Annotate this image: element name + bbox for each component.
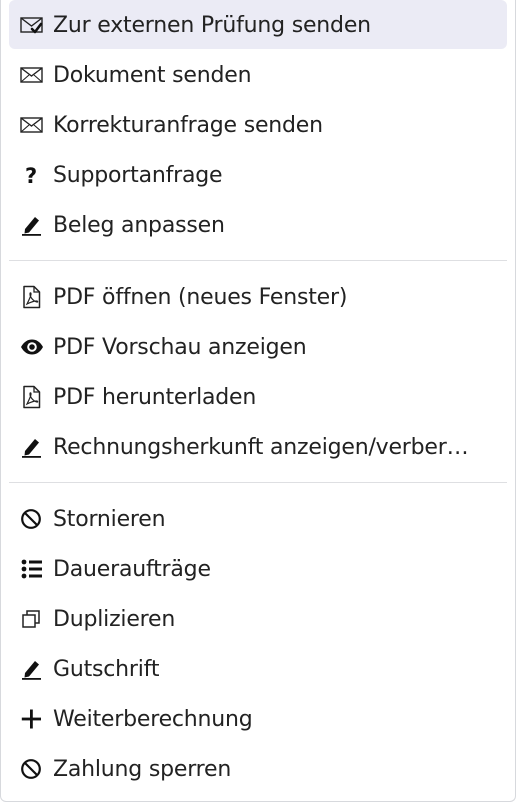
menu-item-label: PDF öffnen (neues Fenster): [53, 284, 348, 310]
svg-text:?: ?: [25, 164, 37, 186]
menu-item-block-payment[interactable]: Zahlung sperren: [1, 744, 515, 794]
menu-item-label: PDF Vorschau anzeigen: [53, 334, 307, 360]
pencil-icon: [20, 657, 46, 681]
menu-item-open-pdf[interactable]: PDF öffnen (neues Fenster): [1, 272, 515, 322]
ban-icon: [20, 757, 46, 781]
menu-item-recharge[interactable]: Weiterberechnung: [1, 694, 515, 744]
menu-item-label: Beleg anpassen: [53, 212, 225, 238]
menu-item-label: Gutschrift: [53, 656, 160, 682]
menu-item-invoice-origin[interactable]: Rechnungsherkunft anzeigen/verber…: [1, 422, 515, 472]
context-menu: Zur externen Prüfung senden Dokument sen…: [0, 0, 516, 802]
menu-item-label: Weiterberechnung: [53, 706, 253, 732]
menu-item-label: Supportanfrage: [53, 162, 223, 188]
list-icon: [20, 557, 46, 581]
menu-item-label: Rechnungsherkunft anzeigen/verber…: [53, 434, 469, 460]
menu-item-cancel[interactable]: Stornieren: [1, 494, 515, 544]
question-icon: ?: [20, 163, 46, 187]
plus-icon: [20, 707, 46, 731]
envelope-check-icon: [20, 13, 46, 37]
pencil-icon: [20, 435, 46, 459]
menu-item-label: Korrekturanfrage senden: [53, 112, 323, 138]
menu-divider: [9, 260, 507, 261]
envelope-icon: [20, 63, 46, 87]
eye-icon: [20, 335, 46, 359]
menu-item-standing-orders[interactable]: Daueraufträge: [1, 544, 515, 594]
menu-item-label: Stornieren: [53, 506, 166, 532]
menu-item-external-review[interactable]: Zur externen Prüfung senden: [1, 0, 515, 50]
menu-item-correction-request[interactable]: Korrekturanfrage senden: [1, 100, 515, 150]
menu-item-pdf-preview[interactable]: PDF Vorschau anzeigen: [1, 322, 515, 372]
pdf-file-icon: [20, 385, 46, 409]
menu-item-label: Daueraufträge: [53, 556, 211, 582]
duplicate-icon: [20, 607, 46, 631]
envelope-icon: [20, 113, 46, 137]
menu-item-label: Zahlung sperren: [53, 756, 232, 782]
menu-item-label: Dokument senden: [53, 62, 252, 88]
menu-item-credit-note[interactable]: Gutschrift: [1, 644, 515, 694]
menu-item-duplicate[interactable]: Duplizieren: [1, 594, 515, 644]
menu-item-label: Zur externen Prüfung senden: [53, 12, 371, 38]
ban-icon: [20, 507, 46, 531]
menu-item-send-document[interactable]: Dokument senden: [1, 50, 515, 100]
menu-divider: [9, 482, 507, 483]
menu-item-label: Duplizieren: [53, 606, 176, 632]
menu-item-label: PDF herunterladen: [53, 384, 257, 410]
menu-item-download-pdf[interactable]: PDF herunterladen: [1, 372, 515, 422]
pencil-icon: [20, 213, 46, 237]
pdf-file-icon: [20, 285, 46, 309]
menu-item-support-request[interactable]: ? Supportanfrage: [1, 150, 515, 200]
menu-item-adjust-receipt[interactable]: Beleg anpassen: [1, 200, 515, 250]
